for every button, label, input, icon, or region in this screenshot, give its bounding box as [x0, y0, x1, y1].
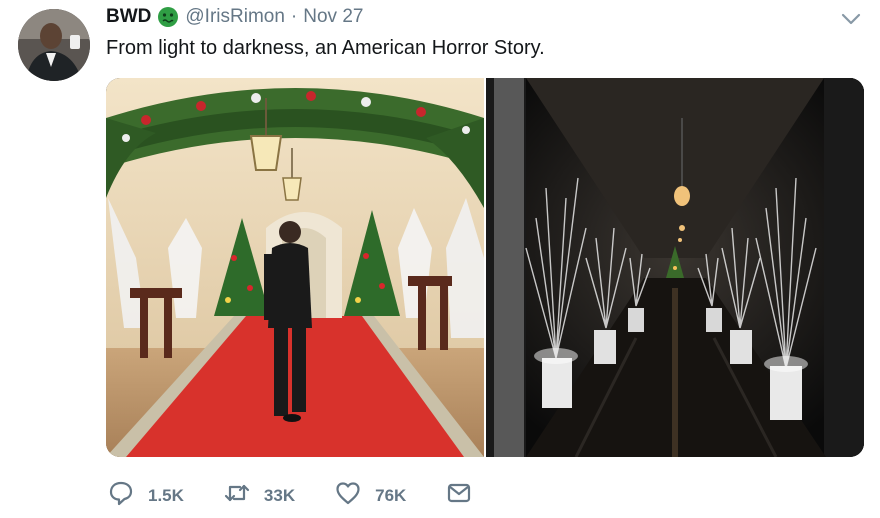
tweet-header: BWD @IrisRimon · Nov 27	[106, 6, 363, 28]
tweet-text: From light to darkness, an American Horr…	[106, 37, 545, 59]
retweet-count: 33K	[263, 485, 296, 505]
sick-face-emoji-icon	[157, 6, 179, 28]
mail-icon	[446, 480, 472, 511]
retweet-button[interactable]: 33K	[224, 480, 295, 511]
direct-message-button[interactable]	[446, 480, 472, 511]
reply-button[interactable]: 1.5K	[108, 480, 184, 511]
heart-icon	[335, 480, 361, 511]
avatar[interactable]	[18, 9, 90, 81]
photo-dark-hallway[interactable]	[486, 78, 864, 457]
user-handle[interactable]: @IrisRimon	[185, 6, 285, 28]
like-button[interactable]: 76K	[335, 480, 406, 511]
reply-count: 1.5K	[148, 485, 184, 505]
reply-icon	[108, 480, 134, 511]
tweet-date[interactable]: Nov 27	[303, 6, 363, 28]
chevron-down-icon[interactable]	[840, 10, 862, 28]
display-name[interactable]: BWD	[106, 6, 151, 28]
tweet-actions: 1.5K 33K 76K	[108, 480, 512, 511]
retweet-icon	[224, 480, 250, 511]
like-count: 76K	[375, 485, 407, 505]
photo-festive-hallway[interactable]	[106, 78, 484, 457]
tweet-media[interactable]	[106, 78, 864, 457]
separator-dot: ·	[290, 6, 298, 27]
